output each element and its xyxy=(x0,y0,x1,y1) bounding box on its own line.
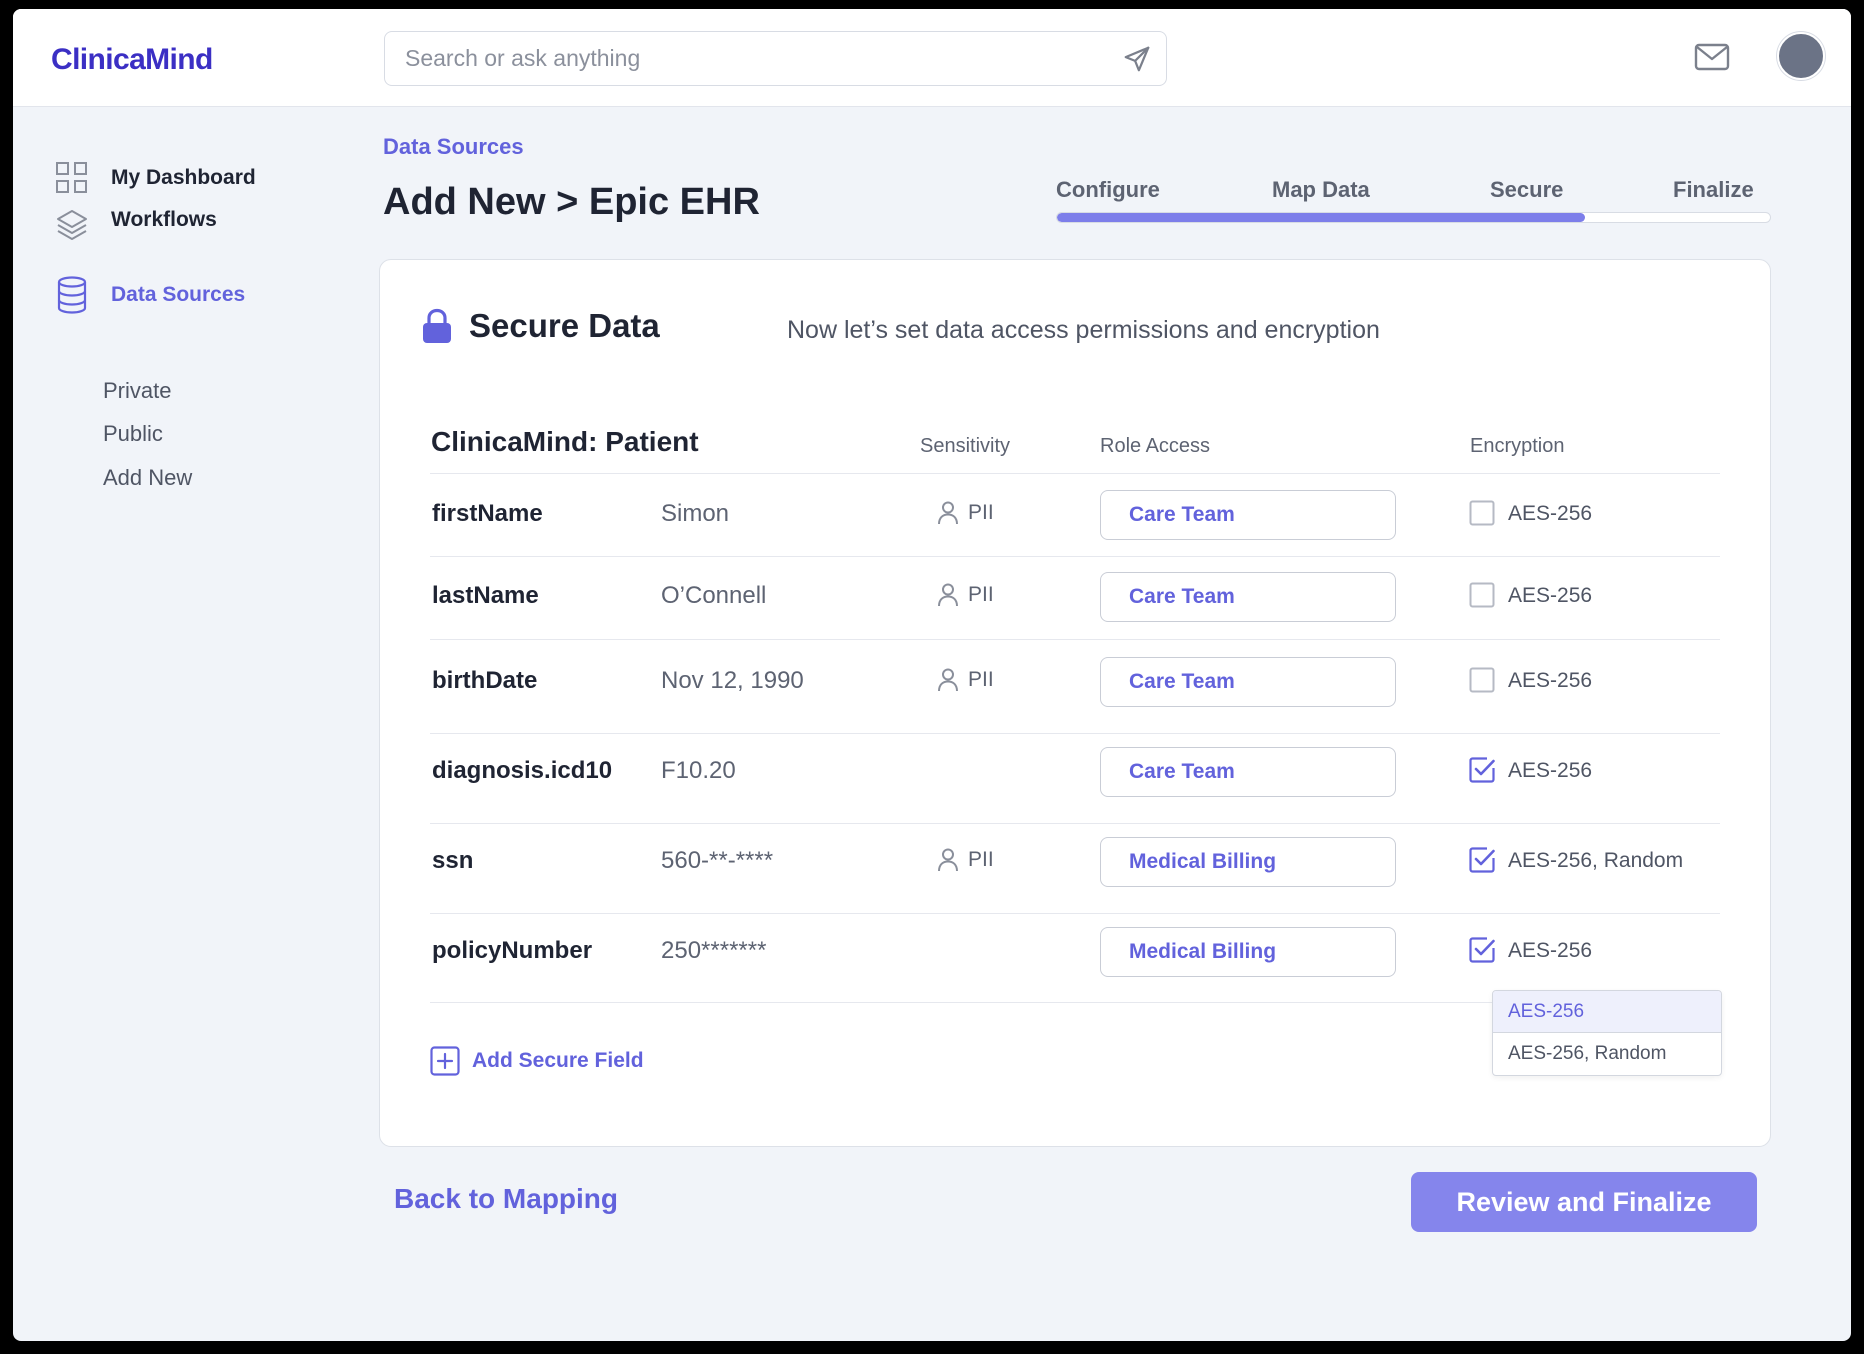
layers-icon xyxy=(57,210,87,240)
step-secure[interactable]: Secure xyxy=(1490,177,1563,203)
lock-icon xyxy=(423,308,451,343)
encryption-label: AES-256 xyxy=(1508,669,1593,692)
encryption-checkbox-checked[interactable] xyxy=(1469,847,1495,873)
field-name: birthDate xyxy=(432,667,538,694)
sidebar-subitem-public[interactable]: Public xyxy=(103,421,163,447)
encryption-checkbox[interactable] xyxy=(1469,582,1495,608)
field-value: Simon xyxy=(661,500,730,527)
top-bar: ClinicaMind xyxy=(13,9,1851,107)
person-icon xyxy=(938,848,958,872)
encryption-checkbox[interactable] xyxy=(1469,667,1495,693)
field-name: ssn xyxy=(432,847,474,874)
encryption-checkbox-checked[interactable] xyxy=(1469,937,1495,963)
field-name: firstName xyxy=(432,500,543,527)
table-title: ClinicaMind: Patient xyxy=(431,426,699,457)
card-title: Secure Data xyxy=(469,307,660,344)
app-logo[interactable]: ClinicaMind xyxy=(51,43,213,77)
person-icon xyxy=(938,583,958,607)
step-map-data[interactable]: Map Data xyxy=(1272,177,1370,203)
sidebar-item-label: Workflows xyxy=(111,208,217,231)
user-avatar[interactable] xyxy=(1777,32,1825,80)
role-access-select[interactable]: Care Team xyxy=(1100,490,1396,540)
progress-bar xyxy=(1056,212,1771,223)
person-icon xyxy=(938,668,958,692)
table-row: lastName O’Connell PII Care Team AES-256 xyxy=(380,558,1770,638)
encryption-dropdown: AES-256 AES-256, Random xyxy=(1492,990,1722,1076)
column-header-role-access: Role Access xyxy=(1100,435,1211,457)
field-name: diagnosis.icd10 xyxy=(432,757,613,784)
back-to-mapping-link[interactable]: Back to Mapping xyxy=(394,1183,618,1215)
grid-icon xyxy=(56,162,87,193)
column-header-sensitivity: Sensitivity xyxy=(920,435,1011,457)
field-name: policyNumber xyxy=(432,937,593,964)
progress-fill xyxy=(1057,213,1585,222)
add-secure-field-button[interactable]: Add Secure Field xyxy=(430,1046,644,1076)
role-access-select[interactable]: Medical Billing xyxy=(1100,927,1396,977)
review-and-finalize-button[interactable]: Review and Finalize xyxy=(1411,1172,1757,1232)
table-row: policyNumber 250******* Medical Billing … xyxy=(380,913,1770,993)
field-value: 250******* xyxy=(661,937,767,964)
table-row: ssn 560-**-**** PII Medical Billing AES-… xyxy=(380,823,1770,903)
sidebar-item-label: Data Sources xyxy=(111,283,246,306)
sidebar-item-dashboard[interactable]: My Dashboard xyxy=(55,161,256,195)
sensitivity-tag: PII xyxy=(936,500,994,526)
table-row: firstName Simon PII Care Team AES-256 xyxy=(380,476,1770,556)
sensitivity-tag: PII xyxy=(936,582,994,608)
dropdown-option[interactable]: AES-256 xyxy=(1493,991,1721,1033)
send-icon[interactable] xyxy=(1122,44,1152,74)
sensitivity-tag: PII xyxy=(936,667,994,693)
dropdown-option[interactable]: AES-256, Random xyxy=(1493,1033,1721,1075)
plus-square-icon xyxy=(430,1046,460,1076)
encryption-label: AES-256 xyxy=(1508,759,1593,782)
table-row: diagnosis.icd10 F10.20 Care Team AES-256 xyxy=(380,733,1770,813)
table-divider xyxy=(430,556,1720,557)
mail-icon[interactable] xyxy=(1694,42,1730,72)
database-icon xyxy=(57,276,87,314)
sidebar-item-workflows[interactable]: Workflows xyxy=(55,205,217,245)
field-name: lastName xyxy=(432,582,539,609)
sidebar-item-data-sources[interactable]: Data Sources xyxy=(55,276,245,314)
card-subtitle: Now let’s set data access permissions an… xyxy=(787,316,1380,344)
sensitivity-tag: PII xyxy=(936,847,994,873)
role-access-select[interactable]: Care Team xyxy=(1100,657,1396,707)
person-icon xyxy=(938,501,958,525)
table-divider xyxy=(430,639,1720,640)
encryption-label: AES-256, Random xyxy=(1508,849,1684,872)
step-finalize[interactable]: Finalize xyxy=(1673,177,1754,203)
add-secure-field-label: Add Secure Field xyxy=(472,1049,644,1072)
secure-data-card: Secure Data Now let’s set data access pe… xyxy=(379,259,1771,1147)
encryption-label: AES-256 xyxy=(1508,584,1593,607)
field-value: 560-**-**** xyxy=(661,847,774,874)
encryption-checkbox[interactable] xyxy=(1469,500,1495,526)
sidebar-subitem-add-new[interactable]: Add New xyxy=(103,465,192,491)
breadcrumb[interactable]: Data Sources xyxy=(383,134,524,160)
search-input[interactable] xyxy=(405,32,1095,84)
app-window: ClinicaMind My Dashboard Workflows xyxy=(13,9,1851,1341)
search-bar xyxy=(384,31,1167,86)
encryption-label: AES-256 xyxy=(1508,939,1593,962)
field-value: O’Connell xyxy=(661,582,767,609)
field-value: Nov 12, 1990 xyxy=(661,667,804,694)
table-divider xyxy=(430,473,1720,474)
sidebar-subitem-private[interactable]: Private xyxy=(103,378,171,404)
encryption-label: AES-256 xyxy=(1508,502,1593,525)
role-access-select[interactable]: Medical Billing xyxy=(1100,837,1396,887)
encryption-checkbox-checked[interactable] xyxy=(1469,757,1495,783)
role-access-select[interactable]: Care Team xyxy=(1100,747,1396,797)
column-header-encryption: Encryption xyxy=(1470,435,1565,457)
field-value: F10.20 xyxy=(661,757,736,784)
sidebar-item-label: My Dashboard xyxy=(111,166,256,189)
step-configure[interactable]: Configure xyxy=(1056,177,1160,203)
role-access-select[interactable]: Care Team xyxy=(1100,572,1396,622)
page-title: Add New > Epic EHR xyxy=(383,181,760,223)
table-row: birthDate Nov 12, 1990 PII Care Team AES… xyxy=(380,643,1770,723)
